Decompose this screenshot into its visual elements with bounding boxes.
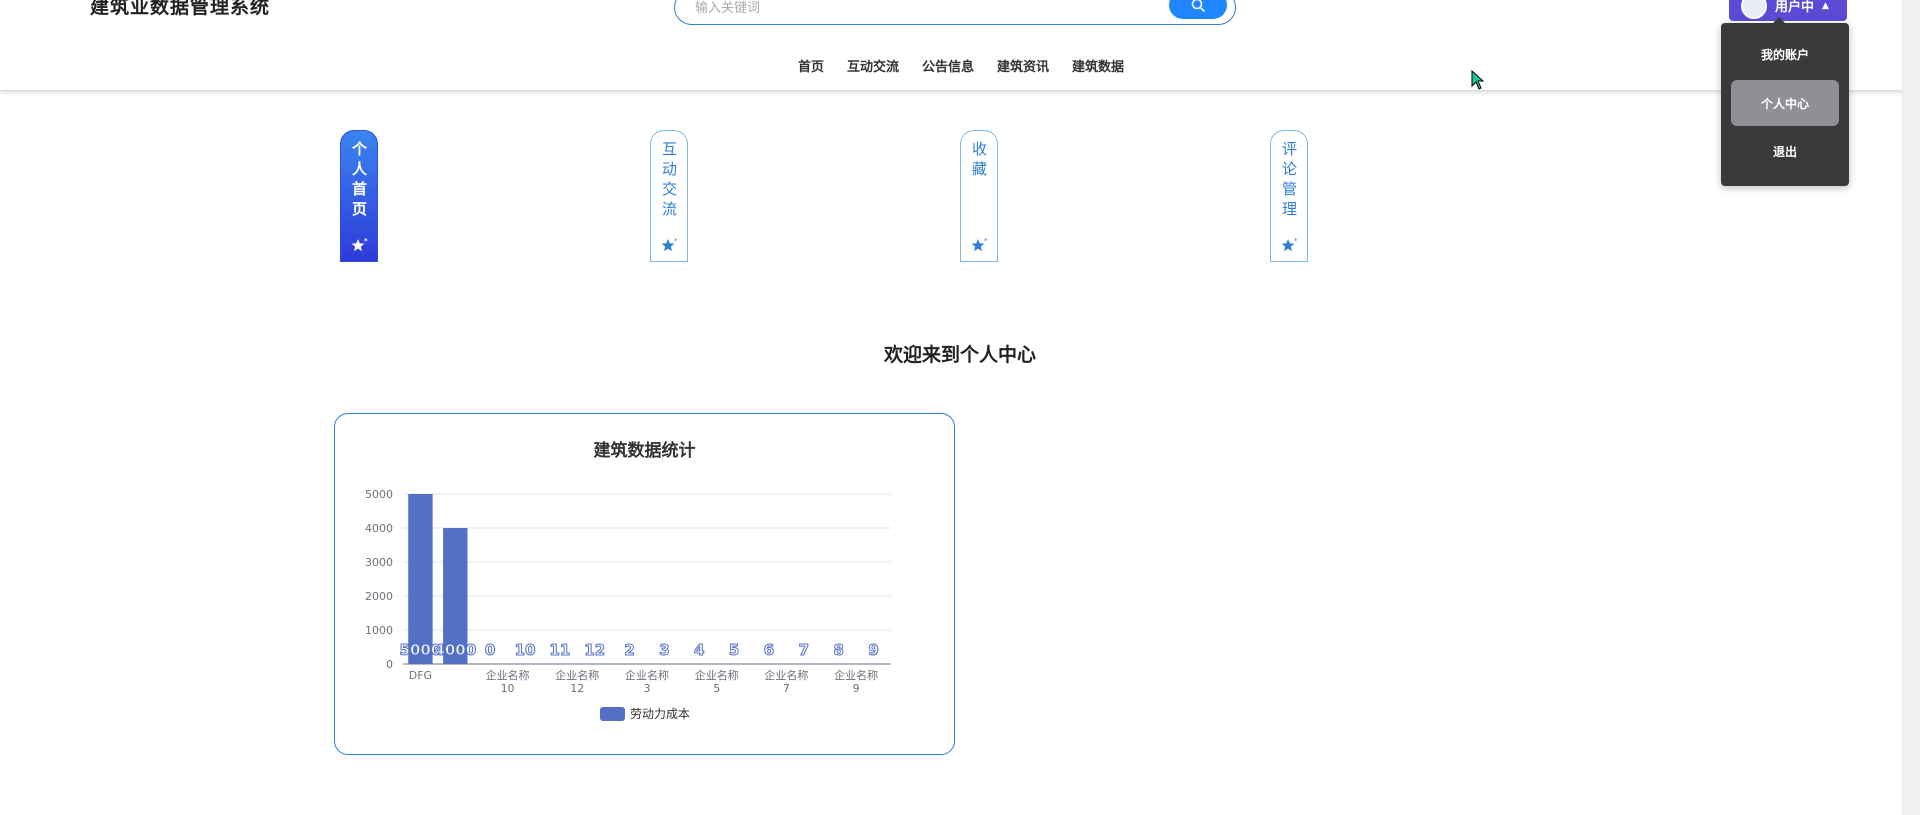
tab-comment-management[interactable]: 评论管理 * xyxy=(1270,130,1308,262)
mouse-cursor-icon xyxy=(1471,70,1485,90)
tab-interaction[interactable]: 互动交流 * xyxy=(650,130,688,262)
bar xyxy=(408,494,433,664)
x-tick-label: 企业名称 7 xyxy=(764,668,808,695)
x-tick-label-line: 3 xyxy=(644,682,651,695)
star-icon: * xyxy=(971,238,988,252)
tab-personal-home[interactable]: 个人首页 * xyxy=(340,130,378,262)
user-name: 用户中 xyxy=(1775,0,1815,15)
vertical-scrollbar[interactable] xyxy=(1902,0,1920,815)
data-label: 4 xyxy=(694,641,704,659)
x-tick-label: 企业名称 5 xyxy=(695,668,739,695)
legend-label: 劳动力成本 xyxy=(630,707,690,721)
data-label: 12 xyxy=(584,641,605,659)
x-tick-label-line: 企业名称 xyxy=(625,668,669,682)
dropdown-arrow xyxy=(1773,17,1785,23)
tab-label: 收藏 xyxy=(970,141,988,181)
main-nav: 首页 互动交流 公告信息 建筑资讯 建筑数据 xyxy=(0,56,1920,80)
data-label: 6 xyxy=(764,641,774,659)
nav-item-home[interactable]: 首页 xyxy=(798,56,824,80)
user-menu-button[interactable]: 用户中 ▲ xyxy=(1729,0,1847,21)
x-tick-label: 企业名称 3 xyxy=(625,668,669,695)
nav-item-interaction[interactable]: 互动交流 xyxy=(847,56,899,80)
y-tick-label: 3000 xyxy=(365,556,393,569)
data-label: 4000 xyxy=(434,641,476,659)
x-tick-label-line: 5 xyxy=(713,682,720,695)
x-tick-label-line: 企业名称 xyxy=(695,668,739,682)
menu-item-personal-center[interactable]: 个人中心 xyxy=(1731,80,1839,126)
data-label: 10 xyxy=(515,641,536,659)
data-label: 3 xyxy=(659,641,669,659)
x-tick-label: 企业名称 9 xyxy=(834,668,878,695)
y-tick-label: 1000 xyxy=(365,624,393,637)
y-tick-label: 5000 xyxy=(365,488,393,501)
search-box xyxy=(674,0,1236,25)
y-tick-label: 2000 xyxy=(365,590,393,603)
tab-favorites[interactable]: 收藏 * xyxy=(960,130,998,262)
avatar xyxy=(1741,0,1767,19)
svg-text:*: * xyxy=(1294,238,1298,245)
nav-item-data[interactable]: 建筑数据 xyxy=(1072,56,1124,80)
x-tick-label-line: 10 xyxy=(501,682,515,695)
x-tick-label: 企业名称 12 xyxy=(555,668,599,695)
data-label: 8 xyxy=(833,641,843,659)
data-label: 9 xyxy=(868,641,878,659)
data-label: 2 xyxy=(624,641,634,659)
x-tick-label-line: 企业名称 xyxy=(764,668,808,682)
svg-text:*: * xyxy=(674,238,678,245)
x-tick-label: DFG xyxy=(409,669,432,682)
star-icon: * xyxy=(661,238,678,252)
data-label: 0 xyxy=(485,641,495,659)
welcome-heading: 欢迎来到个人中心 xyxy=(883,344,1036,366)
chart-card: 建筑数据统计 0 1000 2000 3000 4000 5000 5000 4000 0 10 1… xyxy=(334,413,955,755)
svg-text:*: * xyxy=(364,238,368,245)
top-header: 建筑业数据管理系统 首页 互动交流 公告信息 建筑资讯 建筑数据 用户中 ▲ xyxy=(0,0,1920,91)
legend-swatch xyxy=(600,707,625,721)
user-dropdown-menu: 我的账户 个人中心 退出 xyxy=(1721,17,1849,186)
tab-label: 评论管理 xyxy=(1280,141,1298,221)
menu-item-logout[interactable]: 退出 xyxy=(1731,128,1839,174)
data-label: 5 xyxy=(729,641,739,659)
x-tick-label: 企业名称 10 xyxy=(486,668,530,695)
search-input[interactable] xyxy=(693,0,1167,19)
menu-item-my-account[interactable]: 我的账户 xyxy=(1731,31,1839,77)
chevron-up-icon: ▲ xyxy=(1822,0,1829,11)
x-tick-label-line: 企业名称 xyxy=(486,668,530,682)
x-tick-label-line: 企业名称 xyxy=(555,668,599,682)
nav-item-notices[interactable]: 公告信息 xyxy=(922,56,974,80)
x-tick-label-line: 12 xyxy=(570,682,584,695)
bar-chart: 01000200030004000500050004000 0 10 11 12 2 3 4 5… xyxy=(365,488,891,721)
y-tick-label: 0 xyxy=(386,658,393,671)
tab-label: 个人首页 xyxy=(350,141,368,221)
svg-text:*: * xyxy=(984,238,988,245)
site-title: 建筑业数据管理系统 xyxy=(90,0,271,18)
star-icon: * xyxy=(351,238,368,252)
star-icon: * xyxy=(1281,238,1298,252)
data-label: 7 xyxy=(799,641,809,659)
data-label: 11 xyxy=(549,641,570,659)
search-icon xyxy=(1191,0,1205,12)
nav-item-news[interactable]: 建筑资讯 xyxy=(997,56,1049,80)
y-tick-label: 4000 xyxy=(365,522,393,535)
x-tick-label-line: DFG xyxy=(409,669,432,682)
x-tick-label-line: 7 xyxy=(783,682,790,695)
tab-label: 互动交流 xyxy=(660,141,678,221)
x-tick-label-line: 9 xyxy=(853,682,860,695)
search-button[interactable] xyxy=(1169,0,1227,19)
x-tick-label-line: 企业名称 xyxy=(834,668,878,682)
